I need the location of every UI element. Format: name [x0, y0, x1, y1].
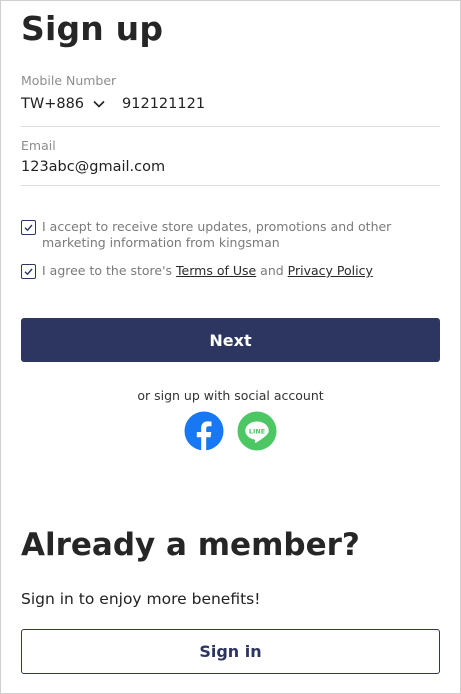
marketing-consent-row: I accept to receive store updates, promo…: [21, 219, 440, 251]
mobile-number-input[interactable]: 912121121: [122, 96, 440, 112]
country-code-select[interactable]: TW+886: [21, 96, 122, 112]
email-field[interactable]: 123abc@gmail.com: [21, 155, 440, 179]
facebook-icon[interactable]: [184, 411, 224, 451]
country-code-value: TW+886: [21, 96, 85, 112]
marketing-consent-checkbox[interactable]: [21, 220, 36, 235]
email-input[interactable]: 123abc@gmail.com: [21, 159, 440, 175]
terms-consent-checkbox[interactable]: [21, 264, 36, 279]
page-title: Sign up: [21, 9, 164, 48]
sign-in-button[interactable]: Sign in: [21, 629, 440, 674]
terms-consent-prefix: I agree to the store's: [42, 263, 177, 278]
social-signup-text: or sign up with social account: [137, 388, 324, 403]
privacy-policy-link[interactable]: Privacy Policy: [288, 263, 373, 278]
terms-consent-row: I agree to the store's Terms of Use and …: [21, 263, 440, 279]
mobile-number-underline: [21, 126, 440, 127]
line-icon[interactable]: LINE: [237, 411, 277, 451]
email-underline: [21, 185, 440, 186]
mobile-number-field: TW+886 912121121: [21, 92, 440, 116]
marketing-consent-text: I accept to receive store updates, promo…: [42, 219, 392, 250]
signup-page: Sign up Mobile Number TW+886 912121121 E…: [0, 0, 461, 694]
mobile-number-label: Mobile Number: [21, 73, 117, 88]
checkmark-icon: [24, 268, 33, 276]
social-login-buttons: LINE: [21, 411, 440, 451]
email-label: Email: [21, 138, 56, 153]
terms-of-use-link[interactable]: Terms of Use: [176, 263, 256, 278]
svg-text:LINE: LINE: [249, 427, 265, 435]
member-section-title: Already a member?: [21, 527, 360, 563]
terms-consent-middle: and: [256, 263, 288, 278]
terms-consent-text: I agree to the store's Terms of Use and …: [42, 263, 373, 279]
next-button[interactable]: Next: [21, 318, 440, 362]
chevron-down-icon: [93, 100, 105, 108]
checkmark-icon: [24, 224, 33, 232]
member-section-subtitle: Sign in to enjoy more benefits!: [21, 590, 261, 608]
